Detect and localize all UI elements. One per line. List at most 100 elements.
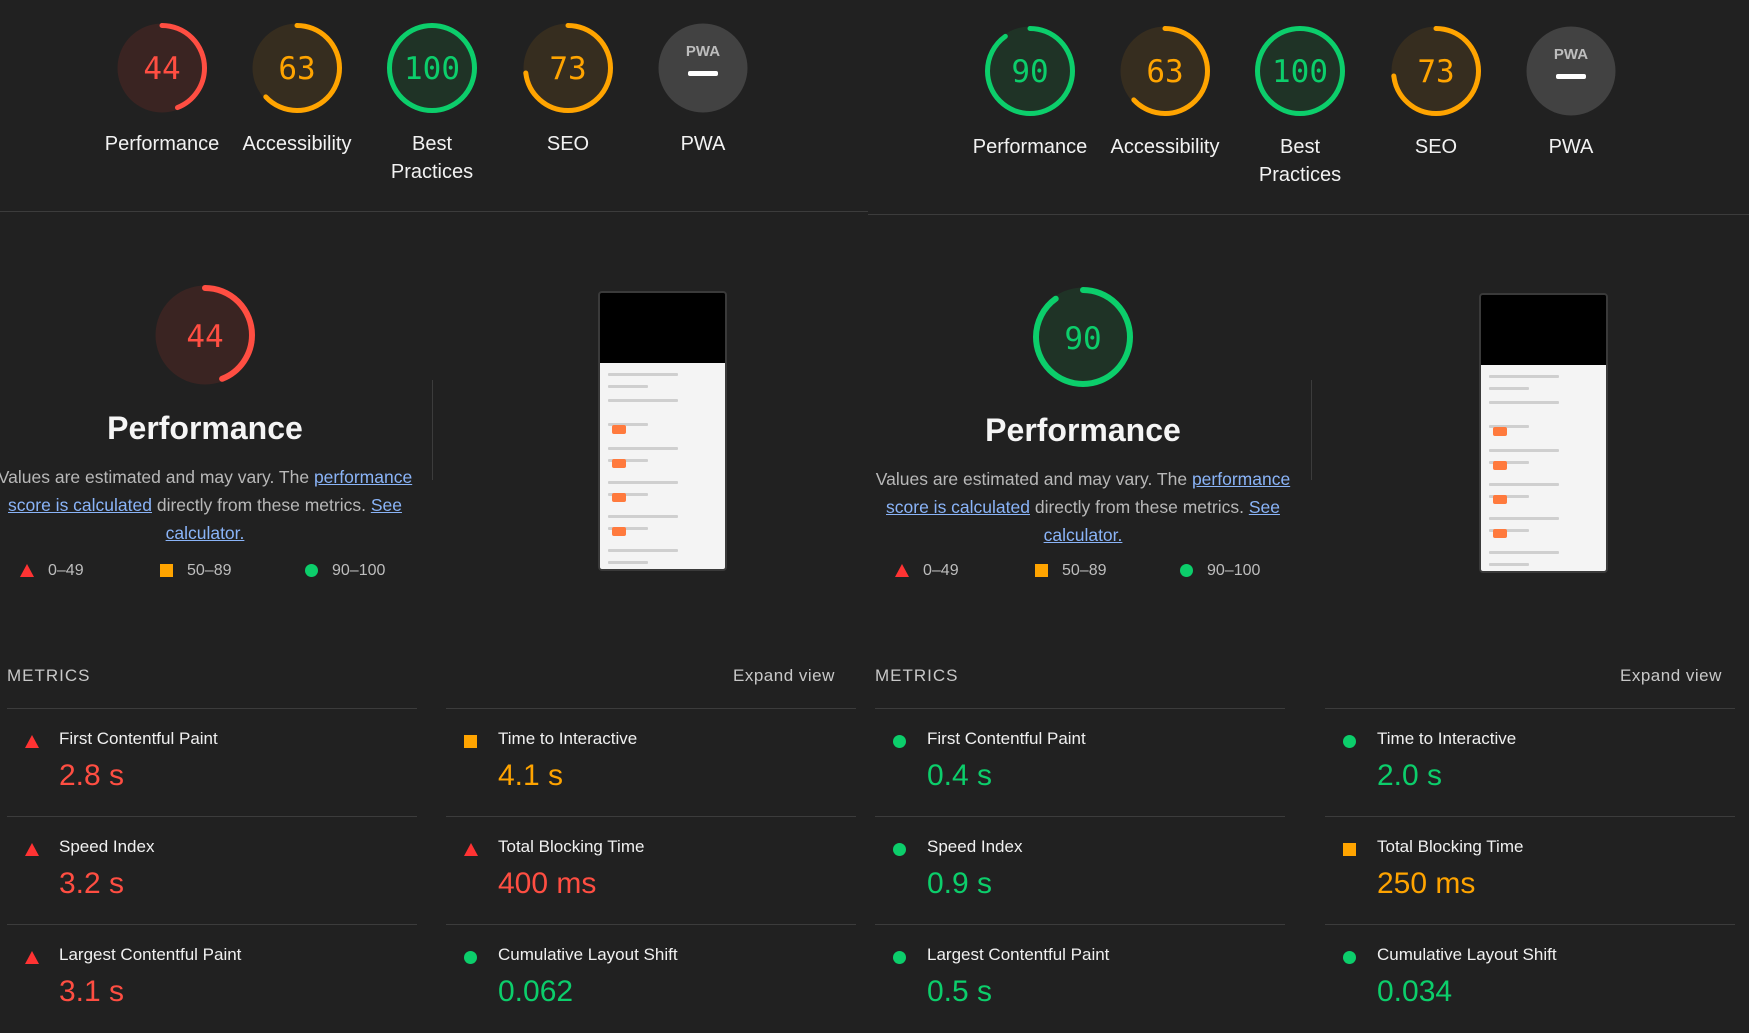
thumbnail-line [1489,375,1559,378]
expand-view-toggle[interactable]: Expand view [733,666,835,686]
fail-triangle-icon [25,843,39,856]
legend-range: 90–100 [1207,562,1261,579]
gauge-accessibility[interactable]: 63 Accessibility [1095,25,1235,161]
thumbnail-line [1489,551,1559,554]
metric-first-contentful-paint[interactable]: First Contentful Paint 0.4 s [875,708,1285,817]
legend-pass: 90–100 [1180,562,1260,580]
score-value: 90 [1064,321,1101,357]
score-value: 90 [1011,54,1048,90]
legend-range: 0–49 [48,562,84,579]
lighthouse-report-after: 90 Performance 63 Accessibility 100 Best Prac… [868,0,1749,1032]
pass-circle-icon [1343,951,1356,964]
thumbnail-badge [612,459,626,468]
metric-largest-contentful-paint[interactable]: Largest Contentful Paint 3.1 s [7,924,417,1033]
average-square-icon [1035,564,1048,578]
gauge-performance[interactable]: 44 Performance [92,22,232,158]
score-value: 100 [404,51,460,87]
fail-triangle-icon [25,951,39,964]
metric-value: 0.4 s [927,759,993,792]
thumbnail-content [600,363,725,569]
score-value: 44 [143,51,180,87]
category-gauges: 44 Performance 63 Accessibility 100 Best Prac… [0,0,868,212]
legend-range: 50–89 [187,562,232,579]
pass-circle-icon [1343,735,1356,748]
gauge-seo[interactable]: 73 SEO [498,22,638,158]
vertical-divider [1311,380,1312,480]
legend-fail: 0–49 [895,562,959,580]
performance-summary: 90 Performance Values are estimated and ma… [873,286,1293,549]
metric-value: 2.0 s [1377,759,1443,792]
thumbnail-header [1481,295,1606,365]
thumbnail-badge [1493,495,1507,504]
performance-title: Performance [107,410,303,446]
performance-gauge-large: 44 [155,285,255,385]
desc-text: directly from these metrics. [152,495,371,515]
gauge-label: SEO [1414,136,1458,158]
metric-cumulative-layout-shift[interactable]: Cumulative Layout Shift 0.034 [1325,924,1735,1033]
performance-gauge-large: 90 [1033,287,1133,387]
metric-name: First Contentful Paint [927,729,1086,748]
legend-range: 90–100 [332,562,386,579]
thumbnail-line [608,481,678,484]
gauge-label: Best Practices [1258,136,1342,186]
gauge-seo[interactable]: 73 SEO [1366,25,1506,161]
gauge-best-practices[interactable]: 100 Best Practices [1230,25,1370,189]
metric-cumulative-layout-shift[interactable]: Cumulative Layout Shift 0.062 [446,924,856,1033]
thumbnail-line [1489,449,1559,452]
thumbnail-badge [612,425,626,434]
score-value: 100 [1272,54,1328,90]
pass-circle-icon [893,735,906,748]
pwa-dash-icon [688,71,718,76]
gauge-accessibility[interactable]: 63 Accessibility [227,22,367,158]
thumbnail-badge [612,527,626,536]
page-screenshot-thumbnail[interactable] [1479,293,1608,573]
metric-name: Total Blocking Time [498,837,645,856]
gauge-performance[interactable]: 90 Performance [960,25,1100,161]
average-square-icon [1343,843,1356,856]
metric-time-to-interactive[interactable]: Time to Interactive 2.0 s [1325,708,1735,817]
metric-value: 0.9 s [927,867,993,900]
gauge-label: Performance [972,136,1088,158]
gauge-pwa[interactable]: PWA PWA [633,22,773,158]
metric-name: Speed Index [927,837,1023,856]
thumbnail-line [608,373,678,376]
metric-first-contentful-paint[interactable]: First Contentful Paint 2.8 s [7,708,417,817]
metric-speed-index[interactable]: Speed Index 0.9 s [875,816,1285,925]
metric-value: 4.1 s [498,759,564,792]
metric-value: 0.062 [498,975,574,1008]
desc-text: Values are estimated and may vary. The [0,467,314,487]
pwa-badge-text: PWA [686,43,720,60]
thumbnail-badge [1493,461,1507,470]
gauge-pwa[interactable]: PWA PWA [1501,25,1641,161]
section-divider [0,211,868,212]
metrics-heading: METRICS [875,666,959,685]
vertical-divider [432,380,433,480]
metric-speed-index[interactable]: Speed Index 3.2 s [7,816,417,925]
legend-average: 50–89 [1035,562,1107,580]
category-gauges: 90 Performance 63 Accessibility 100 Best Prac… [868,0,1749,212]
metric-largest-contentful-paint[interactable]: Largest Contentful Paint 0.5 s [875,924,1285,1033]
desc-text: directly from these metrics. [1030,497,1249,517]
metric-name: Largest Contentful Paint [927,945,1110,964]
gauge-label: SEO [546,133,590,155]
thumbnail-badge [612,493,626,502]
page-screenshot-thumbnail[interactable] [598,291,727,571]
gauge-label: PWA [1548,136,1594,158]
thumbnail-line [1489,401,1559,404]
thumbnail-line [1489,563,1529,566]
expand-view-toggle[interactable]: Expand view [1620,666,1722,686]
thumbnail-line [1489,483,1559,486]
metric-name: Time to Interactive [1377,729,1517,748]
metric-total-blocking-time[interactable]: Total Blocking Time 250 ms [1325,816,1735,925]
metric-time-to-interactive[interactable]: Time to Interactive 4.1 s [446,708,856,817]
metric-value: 0.034 [1377,975,1453,1008]
pass-circle-icon [305,564,318,578]
metric-total-blocking-time[interactable]: Total Blocking Time 400 ms [446,816,856,925]
gauge-best-practices[interactable]: 100 Best Practices [362,22,502,186]
legend-range: 0–49 [923,562,959,579]
legend-range: 50–89 [1062,562,1107,579]
gauge-label: Accessibility [1110,136,1220,158]
thumbnail-header [600,293,725,363]
thumbnail-line [608,561,648,564]
thumbnail-line [608,447,678,450]
